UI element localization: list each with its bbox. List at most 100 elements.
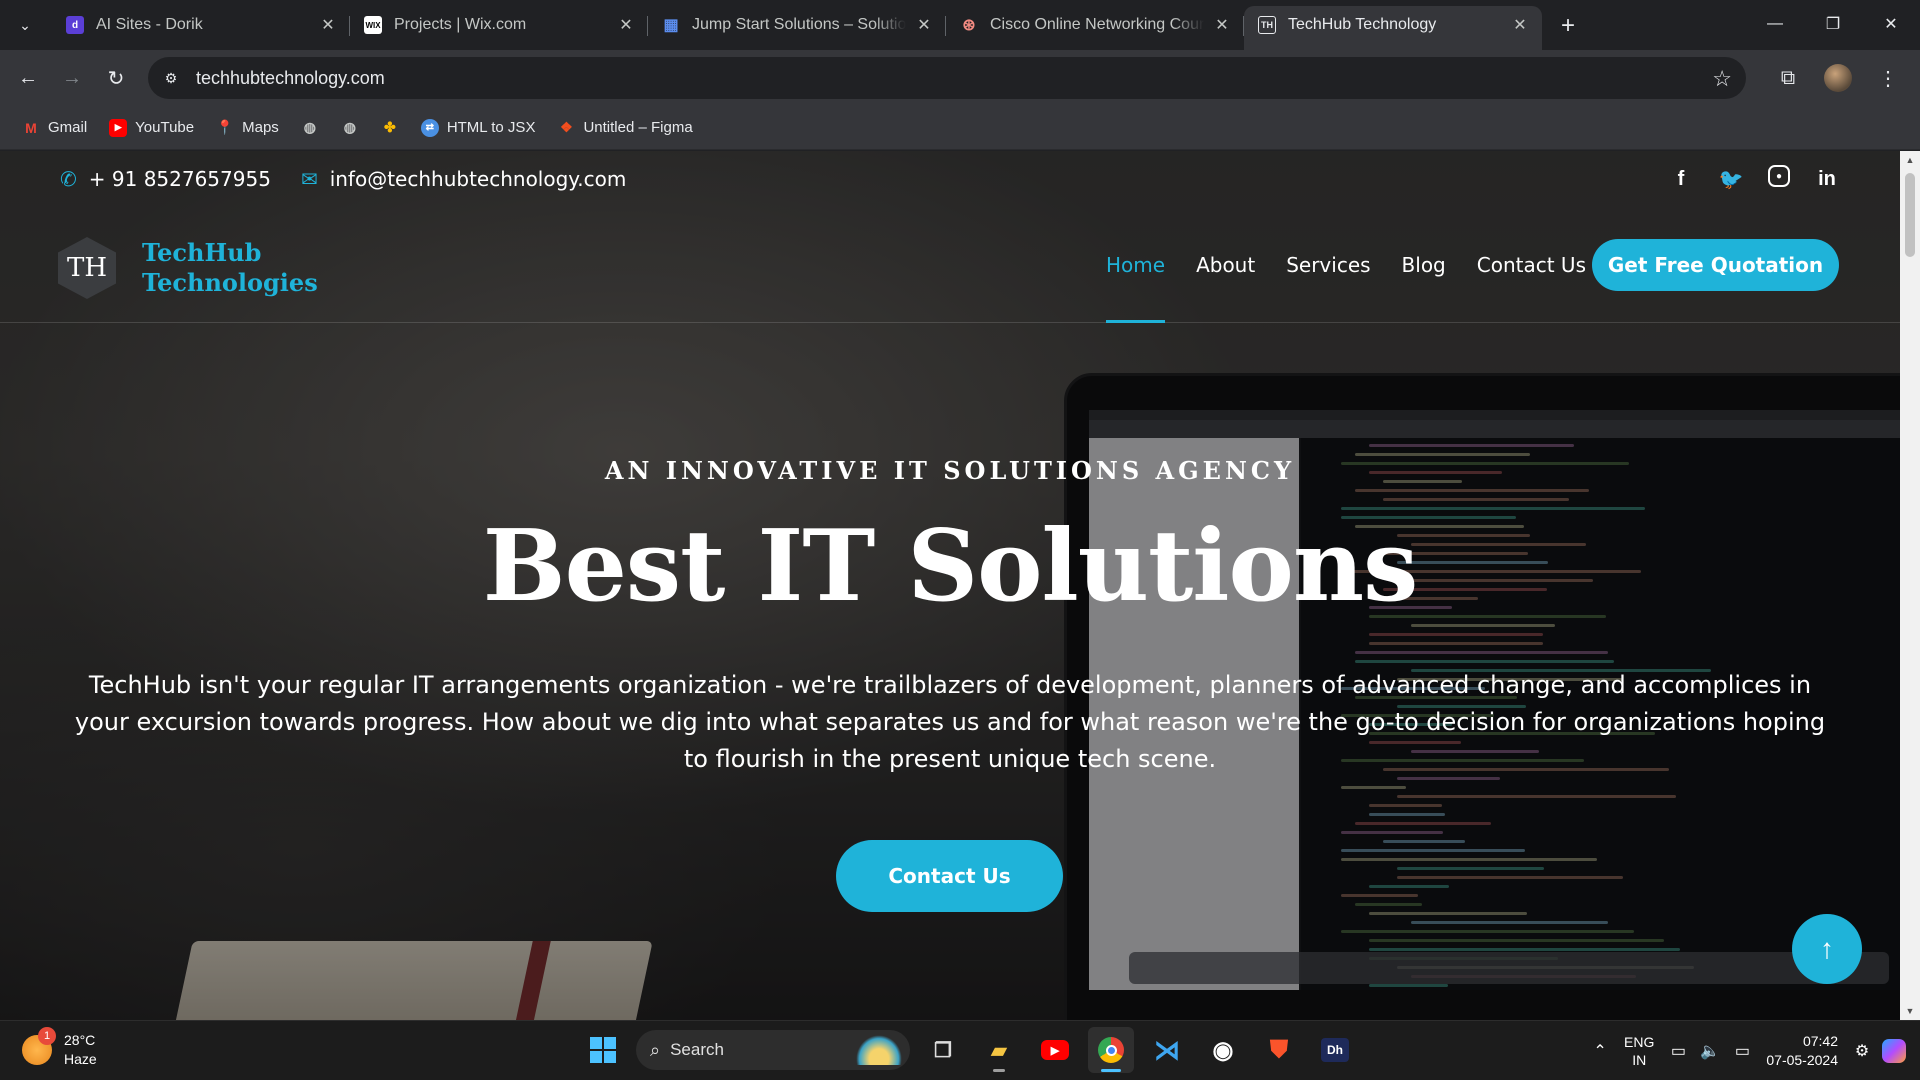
tab-wix[interactable]: WIX Projects | Wix.com ✕ <box>350 6 648 44</box>
get-free-quotation-button[interactable]: Get Free Quotation <box>1592 239 1839 291</box>
nav-services[interactable]: Services <box>1286 207 1370 323</box>
close-window-icon[interactable]: ✕ <box>1862 0 1920 48</box>
clock[interactable]: 07:42 07-05-2024 <box>1766 1032 1838 1070</box>
reload-icon[interactable]: ↻ <box>94 58 138 98</box>
minimize-icon[interactable]: — <box>1746 0 1804 48</box>
site-info-icon[interactable]: ⚙ <box>154 61 188 95</box>
browser-toolbar: ← → ↻ ⚙ techhubtechnology.com ☆ ⧉ ⋮ <box>0 50 1920 106</box>
tab-list: d AI Sites - Dorik ✕ WIX Projects | Wix.… <box>52 6 1586 50</box>
youtube-app-icon[interactable]: ▶ <box>1032 1027 1078 1073</box>
vscode-icon[interactable]: ⋊ <box>1144 1027 1190 1073</box>
forward-icon[interactable]: → <box>50 58 94 98</box>
file-explorer-icon[interactable]: ▰ <box>976 1027 1022 1073</box>
bookmark-label: Gmail <box>48 119 88 136</box>
maps-icon: 📍 <box>216 119 234 135</box>
bookmark-gmail[interactable]: M Gmail <box>14 112 95 144</box>
new-tab-button[interactable]: + <box>1550 8 1586 44</box>
email-link[interactable]: ✉ info@techhubtechnology.com <box>301 167 626 191</box>
tab-dorik[interactable]: d AI Sites - Dorik ✕ <box>52 6 350 44</box>
logo-text: TechHub Technologies <box>142 238 318 298</box>
phone-link[interactable]: ✆ + 91 8527657955 <box>60 167 271 191</box>
nav-about[interactable]: About <box>1196 207 1255 323</box>
phone-number[interactable]: + 91 8527657955 <box>89 167 271 191</box>
scrollbar-thumb[interactable] <box>1905 173 1915 257</box>
main-navigation: TH TechHub Technologies Home About Servi… <box>0 207 1900 323</box>
logo-line2: Technologies <box>142 268 318 297</box>
scroll-up-icon[interactable]: ▲ <box>1900 151 1920 169</box>
nav-home[interactable]: Home <box>1106 207 1166 323</box>
language-indicator[interactable]: ENG IN <box>1624 1033 1654 1069</box>
close-icon[interactable]: ✕ <box>616 15 636 35</box>
menu-icon[interactable]: ⋮ <box>1868 58 1908 98</box>
tab-search-button[interactable]: ⌄ <box>8 8 42 42</box>
close-icon[interactable]: ✕ <box>1212 15 1232 35</box>
language: ENG <box>1624 1034 1655 1050</box>
facebook-icon[interactable]: f <box>1668 165 1694 193</box>
hero-headline: Best IT Solutions <box>482 509 1419 624</box>
back-icon[interactable]: ← <box>6 58 50 98</box>
notification-settings-icon[interactable]: ⚙ <box>1846 1033 1878 1069</box>
temperature: 28°C <box>64 1032 96 1048</box>
chrome-icon[interactable] <box>1088 1027 1134 1073</box>
close-icon[interactable]: ✕ <box>914 15 934 35</box>
nav-links: Home About Services Blog Contact Us <box>1106 207 1586 323</box>
github-icon[interactable]: ◉ <box>1200 1027 1246 1073</box>
phone-icon: ✆ <box>60 167 77 191</box>
scroll-down-icon[interactable]: ▼ <box>1900 1002 1920 1020</box>
logo-line1: TechHub <box>142 238 262 267</box>
bookmark-pinwheel[interactable]: ✤ <box>373 112 407 144</box>
battery-icon[interactable]: ▭ <box>1726 1033 1758 1069</box>
tab-strip: ⌄ d AI Sites - Dorik ✕ WIX Projects | Wi… <box>0 0 1920 50</box>
extensions-icon[interactable]: ⧉ <box>1768 58 1808 98</box>
nav-contact-us[interactable]: Contact Us <box>1477 207 1586 323</box>
address-bar[interactable]: ⚙ techhubtechnology.com ☆ <box>148 57 1746 99</box>
bookmark-html-to-jsx[interactable]: ⇄ HTML to JSX <box>413 112 544 144</box>
tab-techhub[interactable]: TH TechHub Technology ✕ <box>1244 6 1542 50</box>
contact-us-button[interactable]: Contact Us <box>836 840 1063 912</box>
weather-sun-icon: 1 <box>22 1027 56 1065</box>
twitter-icon[interactable]: 🐦 <box>1718 165 1744 193</box>
restore-icon[interactable]: ❐ <box>1804 0 1862 48</box>
volume-icon[interactable]: 🔈 <box>1694 1033 1726 1069</box>
wix-icon: WIX <box>364 16 382 34</box>
profile-avatar[interactable] <box>1818 58 1858 98</box>
close-icon[interactable]: ✕ <box>318 15 338 35</box>
task-view-icon[interactable]: ❐ <box>920 1027 966 1073</box>
site-logo[interactable]: TH TechHub Technologies <box>58 237 318 299</box>
url-text[interactable]: techhubtechnology.com <box>196 68 385 89</box>
copilot-icon[interactable] <box>1878 1033 1910 1069</box>
weather-widget[interactable]: 1 28°C Haze <box>22 1027 97 1069</box>
globe-icon: ◍ <box>303 119 316 135</box>
instagram-icon[interactable]: ● <box>1768 165 1790 187</box>
close-icon[interactable]: ✕ <box>1510 15 1530 35</box>
taskbar-search[interactable]: ⌕ Search <box>636 1030 910 1070</box>
bookmark-star-icon[interactable]: ☆ <box>1712 66 1732 92</box>
bookmark-globe-1[interactable]: ◍ <box>293 112 327 144</box>
bookmark-maps[interactable]: 📍 Maps <box>208 112 287 144</box>
bookmark-figma[interactable]: ❖ Untitled – Figma <box>549 112 700 144</box>
bookmark-youtube[interactable]: ▶ YouTube <box>101 112 202 144</box>
dorik-icon: d <box>66 16 84 34</box>
tab-cisco[interactable]: ⊛ Cisco Online Networking Course ✕ <box>946 6 1244 44</box>
nav-blog[interactable]: Blog <box>1402 207 1446 323</box>
social-links: f 🐦 ● in <box>1668 165 1840 193</box>
date: 07-05-2024 <box>1766 1052 1838 1068</box>
page-scrollbar[interactable]: ▲ ▼ <box>1900 151 1920 1020</box>
search-icon: ⌕ <box>650 1039 661 1060</box>
windows-start-icon[interactable] <box>580 1027 626 1073</box>
linkedin-icon[interactable]: in <box>1814 165 1840 193</box>
email-address[interactable]: info@techhubtechnology.com <box>330 167 627 191</box>
network-icon[interactable]: ▭ <box>1662 1033 1694 1069</box>
brave-icon[interactable]: ⛊ <box>1256 1027 1302 1073</box>
tab-jumpstart[interactable]: ▦ Jump Start Solutions – Solutions ✕ <box>648 6 946 44</box>
scroll-to-top-button[interactable]: ↑ <box>1792 914 1862 984</box>
bookmark-globe-2[interactable]: ◍ <box>333 112 367 144</box>
search-highlight-image <box>856 1035 902 1065</box>
mail-icon: ✉ <box>300 167 318 191</box>
dh-app-icon[interactable]: Dh <box>1312 1027 1358 1073</box>
chevron-up-icon[interactable]: ⌃ <box>1584 1033 1616 1069</box>
windows-taskbar: 1 28°C Haze ⌕ Search ❐ ▰ ▶ ⋊ ◉ ⛊ Dh ⌃ EN… <box>0 1020 1920 1080</box>
system-tray: ⌃ ENG IN ▭ 🔈 ▭ 07:42 07-05-2024 ⚙ <box>1584 1027 1910 1075</box>
taskbar-apps: ⌕ Search ❐ ▰ ▶ ⋊ ◉ ⛊ Dh <box>580 1027 1358 1073</box>
transform-icon: ⇄ <box>420 118 439 137</box>
